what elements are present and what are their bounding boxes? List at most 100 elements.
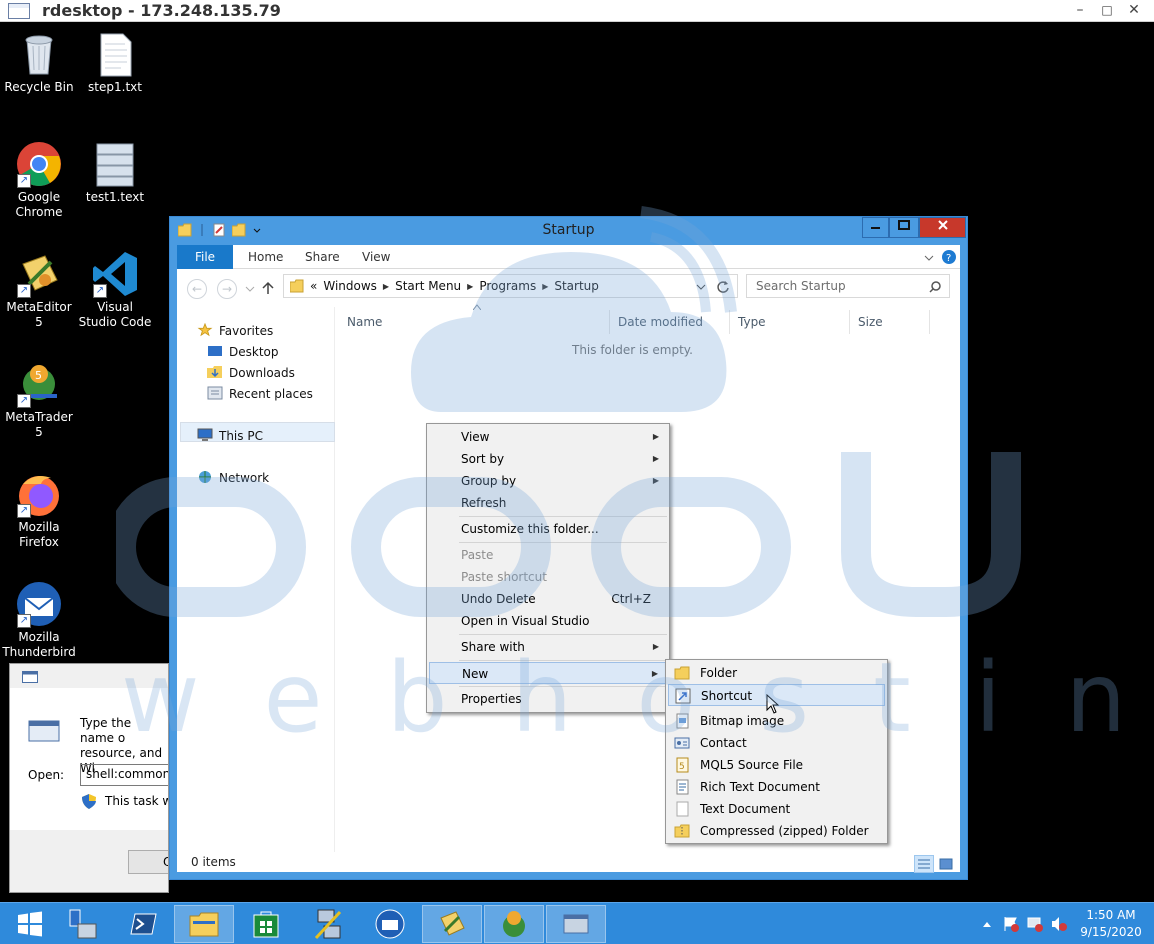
column-header-size[interactable]: Size [850, 310, 930, 334]
submenu-arrow-icon: ▶ [652, 432, 659, 441]
tab-view[interactable]: View [350, 245, 402, 269]
rdesktop-titlebar: rdesktop - 173.248.135.79 – □ ✕ [0, 0, 1154, 22]
menu-item-view[interactable]: View ▶ [429, 426, 667, 448]
submenu-arrow-icon: ▶ [652, 454, 659, 463]
explorer-close-button[interactable] [919, 217, 966, 238]
nav-item-network[interactable]: Network [197, 468, 269, 488]
tab-home[interactable]: Home [236, 245, 295, 269]
details-view-icon [918, 859, 930, 869]
network-connections-icon [314, 909, 342, 940]
large-icons-view-button[interactable] [936, 855, 956, 873]
context-menu: View ▶ Sort by ▶ Group by ▶ Refresh Customi… [426, 423, 670, 713]
taskbar-file-explorer[interactable] [174, 905, 234, 943]
menu-item-open-in-visual-studio[interactable]: Open in Visual Studio [429, 610, 667, 632]
tab-file[interactable]: File [177, 245, 233, 269]
menu-item-sort-by[interactable]: Sort by ▶ [429, 448, 667, 470]
taskbar-store[interactable] [236, 905, 296, 943]
submenu-item-rich-text-document[interactable]: Rich Text Document [668, 776, 885, 798]
up-arrow-icon[interactable] [261, 281, 275, 295]
volume-muted-icon[interactable] [1051, 916, 1067, 932]
menu-item-undo-delete[interactable]: Undo Delete Ctrl+Z [429, 588, 667, 610]
address-bar[interactable]: « Windows ▶ Start Menu ▶ Programs ▶ Startup [283, 274, 738, 298]
menu-item-paste: Paste [461, 548, 494, 562]
explorer-minimize-button[interactable] [862, 217, 889, 238]
nav-item-downloads[interactable]: Downloads [207, 363, 295, 383]
breadcrumb-separator-icon[interactable]: ▶ [542, 282, 548, 291]
taskbar-network-app[interactable] [298, 905, 358, 943]
column-header-name[interactable]: Name [339, 310, 610, 334]
system-clock[interactable]: 1:50 AM 9/15/2020 [1076, 907, 1146, 941]
thunderbird-icon: ↗ [15, 580, 63, 628]
menu-item-refresh[interactable]: Refresh [429, 492, 667, 514]
desktop-icon-test1-text[interactable]: test1.text [77, 140, 153, 205]
menu-item-new[interactable]: New ▶ [429, 662, 667, 684]
desktop-icon-metatrader-5[interactable]: 5 ↗ MetaTrader 5 [1, 360, 77, 440]
column-header-date-modified[interactable]: Date modified [610, 310, 730, 334]
menu-item-properties[interactable]: Properties [429, 688, 667, 710]
menu-item-group-by[interactable]: Group by ▶ [429, 470, 667, 492]
submenu-item-folder[interactable]: Folder [668, 662, 885, 684]
desktop-icon-mozilla-firefox[interactable]: ↗ Mozilla Firefox [1, 470, 77, 550]
submenu-item-contact[interactable]: Contact [668, 732, 885, 754]
desktop-icon-step1-txt[interactable]: step1.txt [77, 30, 153, 95]
taskbar-powershell[interactable] [114, 905, 174, 943]
menu-item-share-with[interactable]: Share with ▶ [429, 636, 667, 658]
nav-item-this-pc[interactable]: This PC [197, 426, 263, 446]
shortcut-arrow-icon: ↗ [93, 284, 107, 298]
details-view-button[interactable] [914, 855, 934, 873]
breadcrumb-programs[interactable]: Programs [479, 279, 536, 293]
forward-button[interactable]: → [217, 279, 237, 299]
nav-item-favorites[interactable]: Favorites [197, 321, 273, 341]
explorer-restore-button[interactable] [889, 217, 919, 238]
minimize-button[interactable]: – [1066, 0, 1094, 22]
submenu-item-text-document[interactable]: Text Document [668, 798, 885, 820]
action-center-icon[interactable] [1003, 916, 1019, 932]
refresh-icon[interactable] [716, 280, 730, 294]
desktop-icon-label: MetaEditor 5 [6, 300, 72, 329]
menu-item-customize-folder[interactable]: Customize this folder... [429, 518, 667, 540]
file-explorer-icon [189, 912, 219, 937]
desktop-icon-metaeditor-5[interactable]: ↗ MetaEditor 5 [1, 250, 77, 330]
nav-item-recent-places[interactable]: Recent places [207, 384, 313, 404]
breadcrumb-separator-icon[interactable]: ▶ [467, 282, 473, 291]
start-button[interactable] [0, 905, 60, 943]
desktop-icon-google-chrome[interactable]: ↗ Google Chrome [1, 140, 77, 220]
run-ok-button[interactable]: O [128, 850, 168, 874]
breadcrumb-startup[interactable]: Startup [554, 279, 599, 293]
breadcrumb-separator-icon[interactable]: ▶ [383, 282, 389, 291]
shortcut-icon [675, 688, 691, 704]
network-status-icon[interactable] [1027, 916, 1043, 932]
show-hidden-icons-icon[interactable] [982, 920, 992, 928]
taskbar-metatrader[interactable] [484, 905, 544, 943]
help-icon[interactable]: ? [941, 249, 957, 265]
metaeditor-icon [440, 911, 465, 936]
search-icon[interactable] [929, 281, 941, 293]
address-overflow[interactable]: « [310, 279, 317, 293]
desktop-icon-visual-studio-code[interactable]: ↗ Visual Studio Code [77, 250, 153, 330]
maximize-button[interactable]: □ [1093, 0, 1121, 22]
taskbar-server-manager[interactable] [52, 905, 112, 943]
desktop-icon-mozilla-thunderbird[interactable]: ↗ Mozilla Thunderbird [1, 580, 77, 660]
column-header-type[interactable]: Type [730, 310, 850, 334]
breadcrumb-windows[interactable]: Windows [323, 279, 377, 293]
nav-item-desktop[interactable]: Desktop [207, 342, 279, 362]
submenu-item-mql5-source[interactable]: 5 MQL5 Source File [668, 754, 885, 776]
zip-folder-icon [674, 824, 690, 838]
taskbar-thunderbird[interactable] [360, 905, 420, 943]
uac-shield-icon [82, 794, 96, 809]
taskbar-metaeditor[interactable] [422, 905, 482, 943]
submenu-item-compressed-folder[interactable]: Compressed (zipped) Folder [668, 820, 885, 842]
shortcut-arrow-icon: ↗ [17, 614, 31, 628]
search-input[interactable]: Search Startup [746, 274, 950, 298]
close-button[interactable]: ✕ [1120, 0, 1148, 22]
expand-ribbon-icon[interactable] [923, 252, 935, 264]
recent-locations-icon[interactable] [245, 284, 255, 294]
svg-text:5: 5 [679, 762, 685, 772]
run-open-input[interactable]: shell:common s [80, 764, 168, 786]
breadcrumb-start-menu[interactable]: Start Menu [395, 279, 461, 293]
desktop-icon-recycle-bin[interactable]: Recycle Bin [1, 30, 77, 95]
tab-share[interactable]: Share [293, 245, 352, 269]
address-dropdown-icon[interactable] [696, 282, 706, 292]
taskbar-run-window[interactable] [546, 905, 606, 943]
back-button[interactable]: ← [187, 279, 207, 299]
